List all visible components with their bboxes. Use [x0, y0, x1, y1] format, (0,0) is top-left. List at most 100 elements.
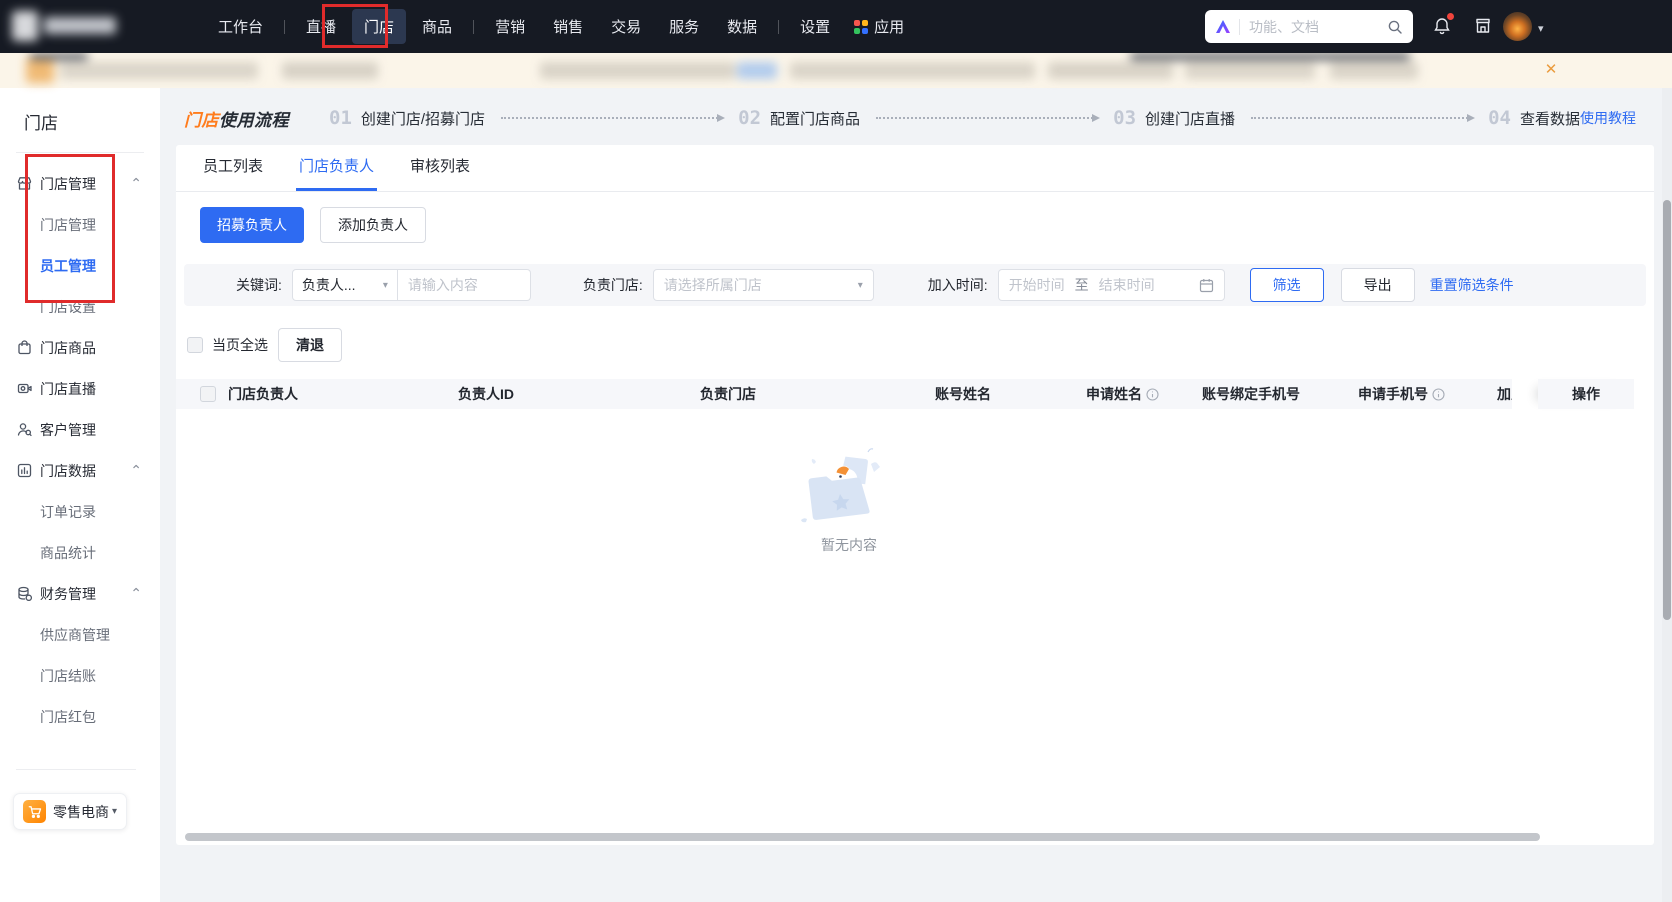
global-search[interactable]: 功能、文档 — [1205, 10, 1413, 43]
chevron-up-icon: ⌃ — [130, 462, 142, 478]
sidebar-item-customer-management[interactable]: 客户管理 — [0, 409, 160, 450]
sidebar-menu: 门店管理 ⌃ 门店管理 员工管理 门店设置 门店商品 门店直播 客户管理 门店数… — [0, 159, 160, 737]
chevron-up-icon: ⌃ — [130, 585, 142, 601]
notifications-bell-icon[interactable] — [1432, 13, 1454, 36]
tab-bar: 员工列表 门店负责人 审核列表 — [176, 145, 1654, 192]
nav-item-apps[interactable]: 应用 — [844, 9, 914, 44]
workflow-step-2: 02 配置门店商品 — [738, 107, 860, 129]
app-logo — [12, 9, 122, 43]
sidebar-item-supplier-management[interactable]: 供应商管理 — [0, 614, 160, 655]
storefront-icon — [17, 177, 32, 190]
export-button[interactable]: 导出 — [1340, 268, 1415, 302]
sidebar-item-store-live[interactable]: 门店直播 — [0, 368, 160, 409]
nav-item-goods[interactable]: 商品 — [410, 9, 464, 44]
shopping-bag-icon — [18, 340, 31, 355]
column-managed-store: 负责门店 — [700, 386, 756, 402]
tab-staff-list[interactable]: 员工列表 — [200, 145, 266, 191]
sidebar-item-store-management[interactable]: 门店管理 — [0, 204, 160, 245]
store-select[interactable]: 请选择所属门店 ▾ — [652, 269, 874, 301]
sidebar-group-label: 门店管理 — [40, 175, 96, 192]
nav-item-settings[interactable]: 设置 — [788, 9, 842, 44]
dotted-arrow — [1251, 114, 1476, 122]
sidebar-group-store-management[interactable]: 门店管理 ⌃ — [0, 163, 160, 204]
filter-button[interactable]: 筛选 — [1249, 268, 1324, 302]
date-range-picker[interactable]: 开始时间 至 结束时间 — [997, 269, 1225, 301]
sidebar-item-store-settings[interactable]: 门店设置 — [0, 286, 160, 327]
info-icon[interactable] — [1432, 387, 1445, 401]
sidebar-item-label: 客户管理 — [40, 421, 96, 438]
keyword-label: 关键词: — [236, 277, 282, 293]
tab-store-managers[interactable]: 门店负责人 — [296, 145, 378, 191]
info-icon[interactable] — [1146, 387, 1159, 401]
dismiss-button[interactable]: 清退 — [278, 328, 342, 362]
vertical-scrollbar-thumb[interactable] — [1663, 200, 1671, 620]
start-date-placeholder: 开始时间 — [1008, 277, 1065, 293]
account-chevron-down-icon[interactable]: ▾ — [1538, 22, 1544, 35]
action-buttons: 招募负责人 添加负责人 — [200, 207, 1654, 243]
close-icon[interactable]: ✕ — [1542, 61, 1560, 79]
recruit-manager-button[interactable]: 招募负责人 — [200, 207, 304, 243]
nav-item-workbench[interactable]: 工作台 — [206, 9, 275, 44]
sidebar-item-label: 门店直播 — [40, 380, 96, 397]
sidebar-item-store-redpacket[interactable]: 门店红包 — [0, 696, 160, 737]
sidebar-group-store-data[interactable]: 门店数据 ⌃ — [0, 450, 160, 491]
announcement-redacted-text — [0, 53, 1672, 88]
step-number: 01 — [329, 107, 352, 129]
nav-separator — [473, 19, 475, 34]
join-time-label: 加入时间: — [927, 277, 988, 293]
announcement-bar: ✕ — [0, 53, 1672, 88]
horizontal-scrollbar-thumb[interactable] — [185, 833, 1540, 841]
notification-badge-dot — [1447, 13, 1454, 20]
keyword-type-value: 负责人... — [301, 277, 356, 293]
select-all-checkbox[interactable] — [187, 337, 203, 353]
calendar-icon — [1199, 278, 1213, 292]
end-date-placeholder: 结束时间 — [1098, 277, 1155, 293]
step-number: 04 — [1488, 107, 1511, 129]
empty-folder-illustration — [801, 448, 880, 523]
nav-item-marketing[interactable]: 营销 — [483, 9, 537, 44]
sidebar-title: 门店 — [24, 114, 58, 133]
workspace-label: 零售电商 — [53, 803, 109, 820]
tutorial-link[interactable]: 使用教程 — [1580, 108, 1636, 128]
empty-state: 暂无内容 — [784, 442, 914, 555]
step-number: 02 — [738, 107, 762, 129]
nav-item-sales[interactable]: 销售 — [541, 9, 595, 44]
sidebar-item-staff-management[interactable]: 员工管理 — [0, 245, 160, 286]
sidebar-item-goods-stats[interactable]: 商品统计 — [0, 532, 160, 573]
sidebar-group-finance[interactable]: 财务管理 ⌃ — [0, 573, 160, 614]
top-navbar: 工作台 直播 门店 商品 营销 销售 交易 服务 数据 设置 应用 功能、文档 … — [0, 0, 1672, 53]
keyword-type-select[interactable]: 负责人... ▾ — [291, 269, 398, 301]
sidebar-item-store-settlement[interactable]: 门店结账 — [0, 655, 160, 696]
step-label: 配置门店商品 — [770, 110, 861, 128]
reset-filters-link[interactable]: 重置筛选条件 — [1430, 275, 1514, 295]
nav-item-store[interactable]: 门店 — [352, 9, 407, 44]
nav-item-live[interactable]: 直播 — [294, 9, 348, 44]
nav-item-data[interactable]: 数据 — [715, 9, 769, 44]
header-checkbox[interactable] — [200, 386, 216, 402]
sidebar-item-store-goods[interactable]: 门店商品 — [0, 327, 160, 368]
select-all-label: 当页全选 — [212, 337, 268, 353]
bar-chart-icon — [17, 463, 32, 478]
workspace-switcher[interactable]: 零售电商 ▾ — [13, 793, 127, 830]
workflow-title-rest: 使用流程 — [219, 110, 289, 130]
store-usage-workflow: 门店使用流程 01 创建门店/招募门店 02 配置门店商品 03 创建门店直播 … — [184, 98, 1636, 138]
column-join-time-clipped: 加入时间 — [1497, 386, 1512, 402]
nav-item-trade[interactable]: 交易 — [599, 9, 653, 44]
workflow-title-highlight: 门店 — [184, 110, 219, 130]
workflow-step-4: 04 查看数据 — [1488, 107, 1580, 129]
column-store-manager: 门店负责人 — [228, 386, 298, 402]
add-manager-button[interactable]: 添加负责人 — [320, 207, 426, 243]
keyword-input[interactable]: 请输入内容 — [397, 269, 531, 301]
bulk-select-row: 当页全选 清退 — [187, 328, 1654, 362]
tab-review-list[interactable]: 审核列表 — [407, 145, 473, 191]
column-manager-id: 负责人ID — [458, 386, 514, 402]
customer-icon — [17, 423, 32, 437]
sidebar: 门店 门店管理 ⌃ 门店管理 员工管理 门店设置 门店商品 门店直播 客户管理 … — [0, 88, 160, 902]
search-icon[interactable] — [1387, 19, 1403, 35]
nav-item-service[interactable]: 服务 — [657, 9, 711, 44]
user-avatar[interactable] — [1503, 12, 1532, 41]
sidebar-item-order-records[interactable]: 订单记录 — [0, 491, 160, 532]
workflow-title: 门店使用流程 — [184, 106, 289, 131]
primary-nav: 工作台 直播 门店 商品 营销 销售 交易 服务 数据 设置 应用 — [204, 9, 914, 44]
storefront-nav-icon[interactable] — [1473, 16, 1493, 36]
